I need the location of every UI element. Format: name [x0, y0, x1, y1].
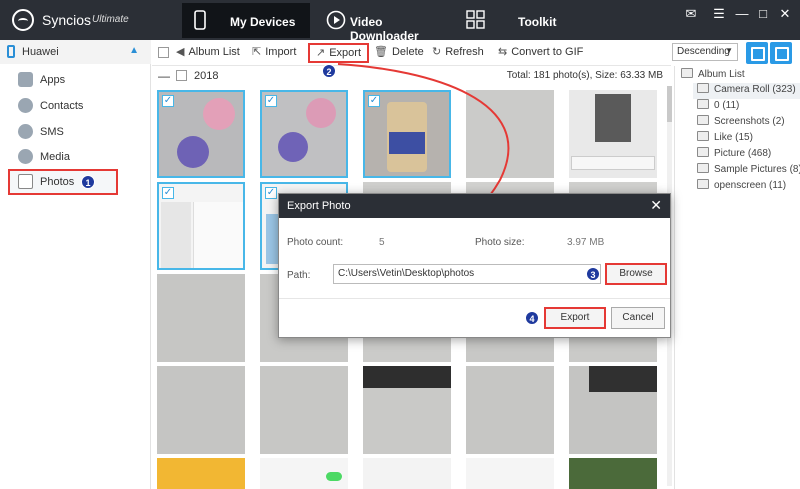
export-confirm-button[interactable]: Export [544, 307, 606, 329]
dialog-divider [279, 298, 670, 299]
photo-count-value: 5 [379, 237, 385, 248]
export-photo-dialog: Export Photo ✕ Photo count: 5 Photo size… [278, 193, 671, 338]
close-icon[interactable]: ✕ [650, 197, 662, 214]
photo-count-label: Photo count: [287, 237, 344, 248]
step-badge-4: 4 [525, 311, 539, 325]
browse-button[interactable]: Browse [605, 263, 667, 285]
photo-size-label: Photo size: [475, 237, 525, 248]
dialog-title: Export Photo [287, 200, 351, 212]
dialog-header: Export Photo ✕ [279, 194, 670, 218]
step-badge-3: 3 [586, 267, 600, 281]
cancel-button[interactable]: Cancel [611, 307, 665, 329]
photo-size-value: 3.97 MB [567, 237, 605, 248]
path-label: Path: [287, 270, 311, 281]
path-input[interactable]: C:\Users\Vetin\Desktop\photos [333, 264, 601, 284]
